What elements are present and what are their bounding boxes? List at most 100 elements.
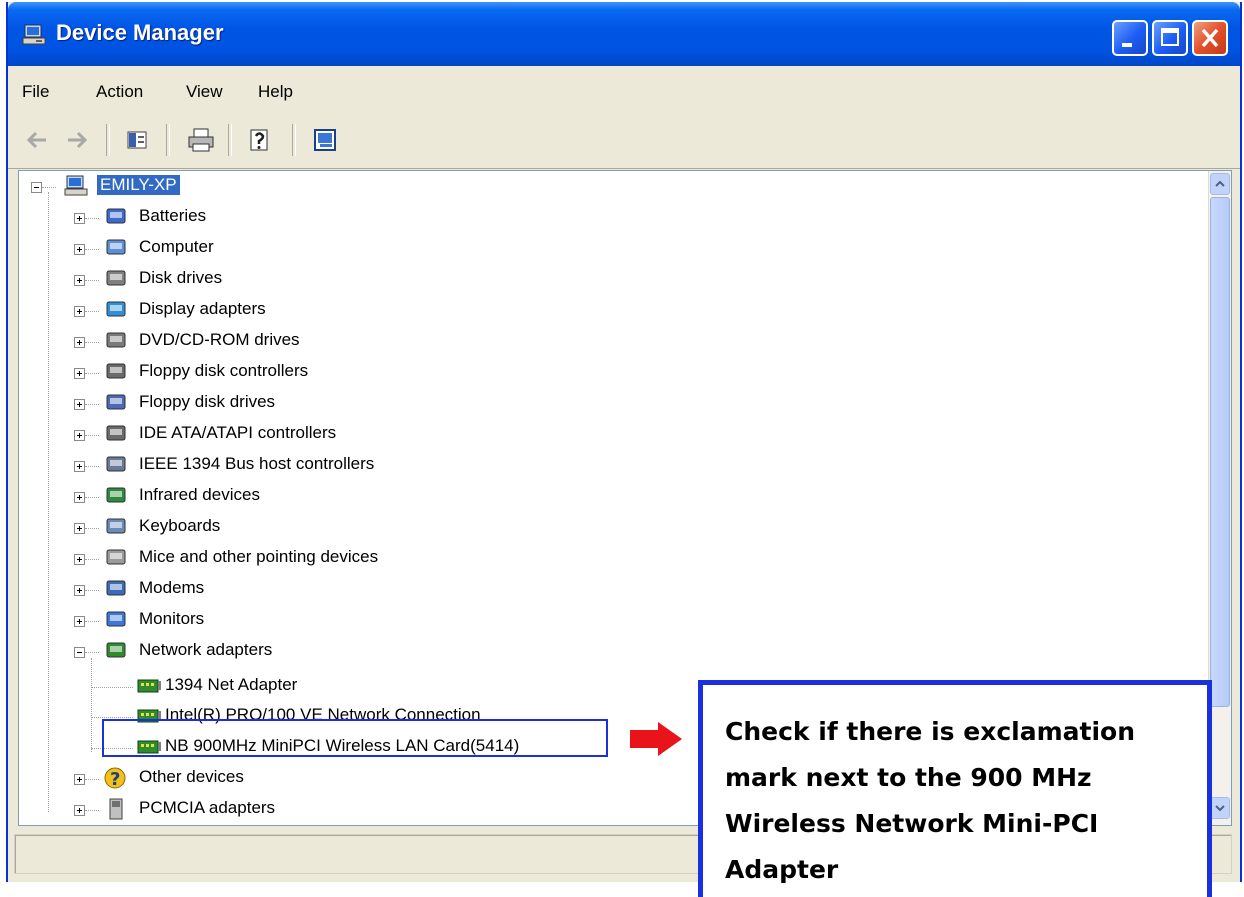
chevron-down-icon bbox=[1215, 805, 1225, 812]
tree-item-label: Floppy disk drives bbox=[139, 392, 276, 411]
tree-line bbox=[85, 373, 99, 374]
menu-action[interactable]: Action bbox=[96, 82, 143, 102]
tree-line bbox=[85, 218, 99, 219]
tree-line bbox=[85, 497, 99, 498]
device-category-icon bbox=[103, 638, 131, 664]
back-button[interactable] bbox=[20, 124, 54, 156]
minimize-icon bbox=[1122, 43, 1132, 47]
device-category-icon bbox=[103, 266, 131, 292]
window-title: Device Manager bbox=[56, 20, 224, 45]
tree-expander[interactable] bbox=[74, 585, 85, 596]
tree-expander[interactable] bbox=[74, 244, 85, 255]
tree-expander[interactable] bbox=[74, 805, 85, 816]
tree-item-label: Network adapters bbox=[139, 640, 273, 659]
print-icon bbox=[188, 128, 214, 152]
tree-line bbox=[42, 187, 56, 188]
toolbar-separator bbox=[228, 124, 232, 156]
toolbar-separator bbox=[166, 124, 170, 156]
menu-bar: File Action View Help bbox=[8, 66, 1240, 115]
device-category-icon bbox=[103, 297, 131, 323]
tree-expander[interactable] bbox=[74, 430, 85, 441]
forward-arrow-icon bbox=[68, 131, 88, 149]
tree-line bbox=[85, 311, 99, 312]
red-arrow-icon bbox=[630, 722, 682, 756]
scroll-down-button[interactable] bbox=[1210, 797, 1230, 819]
tree-line bbox=[85, 435, 99, 436]
tree-line bbox=[85, 779, 99, 780]
device-category-icon bbox=[103, 390, 131, 416]
tree-line bbox=[48, 192, 49, 812]
tree-expander[interactable] bbox=[74, 523, 85, 534]
tree-item-label: 1394 Net Adapter bbox=[165, 675, 298, 694]
tree-item-label: Computer bbox=[139, 237, 214, 256]
computer-icon bbox=[22, 24, 48, 46]
tree-item-label: Monitors bbox=[139, 609, 205, 628]
root-label: EMILY-XP bbox=[97, 175, 180, 195]
menu-help[interactable]: Help bbox=[258, 82, 293, 102]
tree-expander[interactable] bbox=[74, 554, 85, 565]
device-category-icon bbox=[103, 545, 131, 571]
tree-expander[interactable] bbox=[74, 647, 85, 658]
tree-line bbox=[91, 687, 133, 688]
properties-button[interactable] bbox=[308, 124, 342, 156]
properties-icon bbox=[314, 129, 336, 151]
device-category-icon bbox=[103, 607, 131, 633]
maximize-icon bbox=[1161, 28, 1179, 46]
tree-expander[interactable] bbox=[74, 337, 85, 348]
device-category-icon bbox=[103, 452, 131, 478]
tree-item-label: Infrared devices bbox=[139, 485, 260, 504]
forward-button[interactable] bbox=[60, 124, 94, 156]
tree-line bbox=[85, 404, 99, 405]
tree-expander[interactable] bbox=[74, 461, 85, 472]
tree-expander[interactable] bbox=[74, 306, 85, 317]
device-category-icon bbox=[103, 359, 131, 385]
toolbar bbox=[8, 114, 1240, 169]
close-button[interactable] bbox=[1192, 20, 1228, 56]
tree-line bbox=[85, 342, 99, 343]
callout-box: Check if there is exclamation mark next … bbox=[698, 680, 1212, 897]
help-button[interactable] bbox=[244, 124, 278, 156]
root-expander[interactable] bbox=[31, 182, 42, 193]
network-card-icon bbox=[135, 673, 163, 699]
tree-item-label: DVD/CD-ROM drives bbox=[139, 330, 300, 349]
tree-line bbox=[85, 280, 99, 281]
tree-expander[interactable] bbox=[74, 275, 85, 286]
tree-expander[interactable] bbox=[74, 213, 85, 224]
scroll-up-button[interactable] bbox=[1210, 173, 1230, 195]
computer-icon bbox=[63, 173, 91, 199]
question-mark-icon: ? bbox=[103, 765, 131, 791]
tree-item-label: Other devices bbox=[139, 767, 244, 786]
toolbar-separator bbox=[292, 124, 296, 156]
tree-item-label: Disk drives bbox=[139, 268, 223, 287]
tree-item-label: Mice and other pointing devices bbox=[139, 547, 379, 566]
print-button[interactable] bbox=[184, 124, 218, 156]
tree-expander[interactable] bbox=[74, 399, 85, 410]
maximize-button[interactable] bbox=[1152, 20, 1188, 56]
title-bar[interactable]: Device Manager bbox=[8, 2, 1240, 66]
tree-line bbox=[85, 810, 99, 811]
tree-line bbox=[85, 621, 99, 622]
tree-line bbox=[85, 528, 99, 529]
svg-text:?: ? bbox=[110, 769, 120, 790]
scroll-thumb[interactable] bbox=[1210, 197, 1230, 707]
menu-view[interactable]: View bbox=[186, 82, 223, 102]
tree-item-label: Modems bbox=[139, 578, 205, 597]
tree-line bbox=[85, 590, 99, 591]
tree-line bbox=[85, 466, 99, 467]
close-icon bbox=[1201, 28, 1219, 48]
tree-line bbox=[85, 249, 99, 250]
tree-expander[interactable] bbox=[74, 616, 85, 627]
minimize-button[interactable] bbox=[1112, 20, 1148, 56]
device-category-icon bbox=[103, 483, 131, 509]
device-category-icon bbox=[103, 576, 131, 602]
toolbar-separator bbox=[106, 124, 110, 156]
menu-file[interactable]: File bbox=[22, 82, 49, 102]
tree-expander[interactable] bbox=[74, 774, 85, 785]
tree-expander[interactable] bbox=[74, 368, 85, 379]
tree-item-label: IEEE 1394 Bus host controllers bbox=[139, 454, 375, 473]
pcmcia-icon bbox=[103, 796, 131, 822]
show-hide-console-tree-button[interactable] bbox=[120, 124, 154, 156]
tree-line bbox=[91, 717, 133, 718]
tree-expander[interactable] bbox=[74, 492, 85, 503]
chevron-up-icon bbox=[1215, 180, 1225, 187]
